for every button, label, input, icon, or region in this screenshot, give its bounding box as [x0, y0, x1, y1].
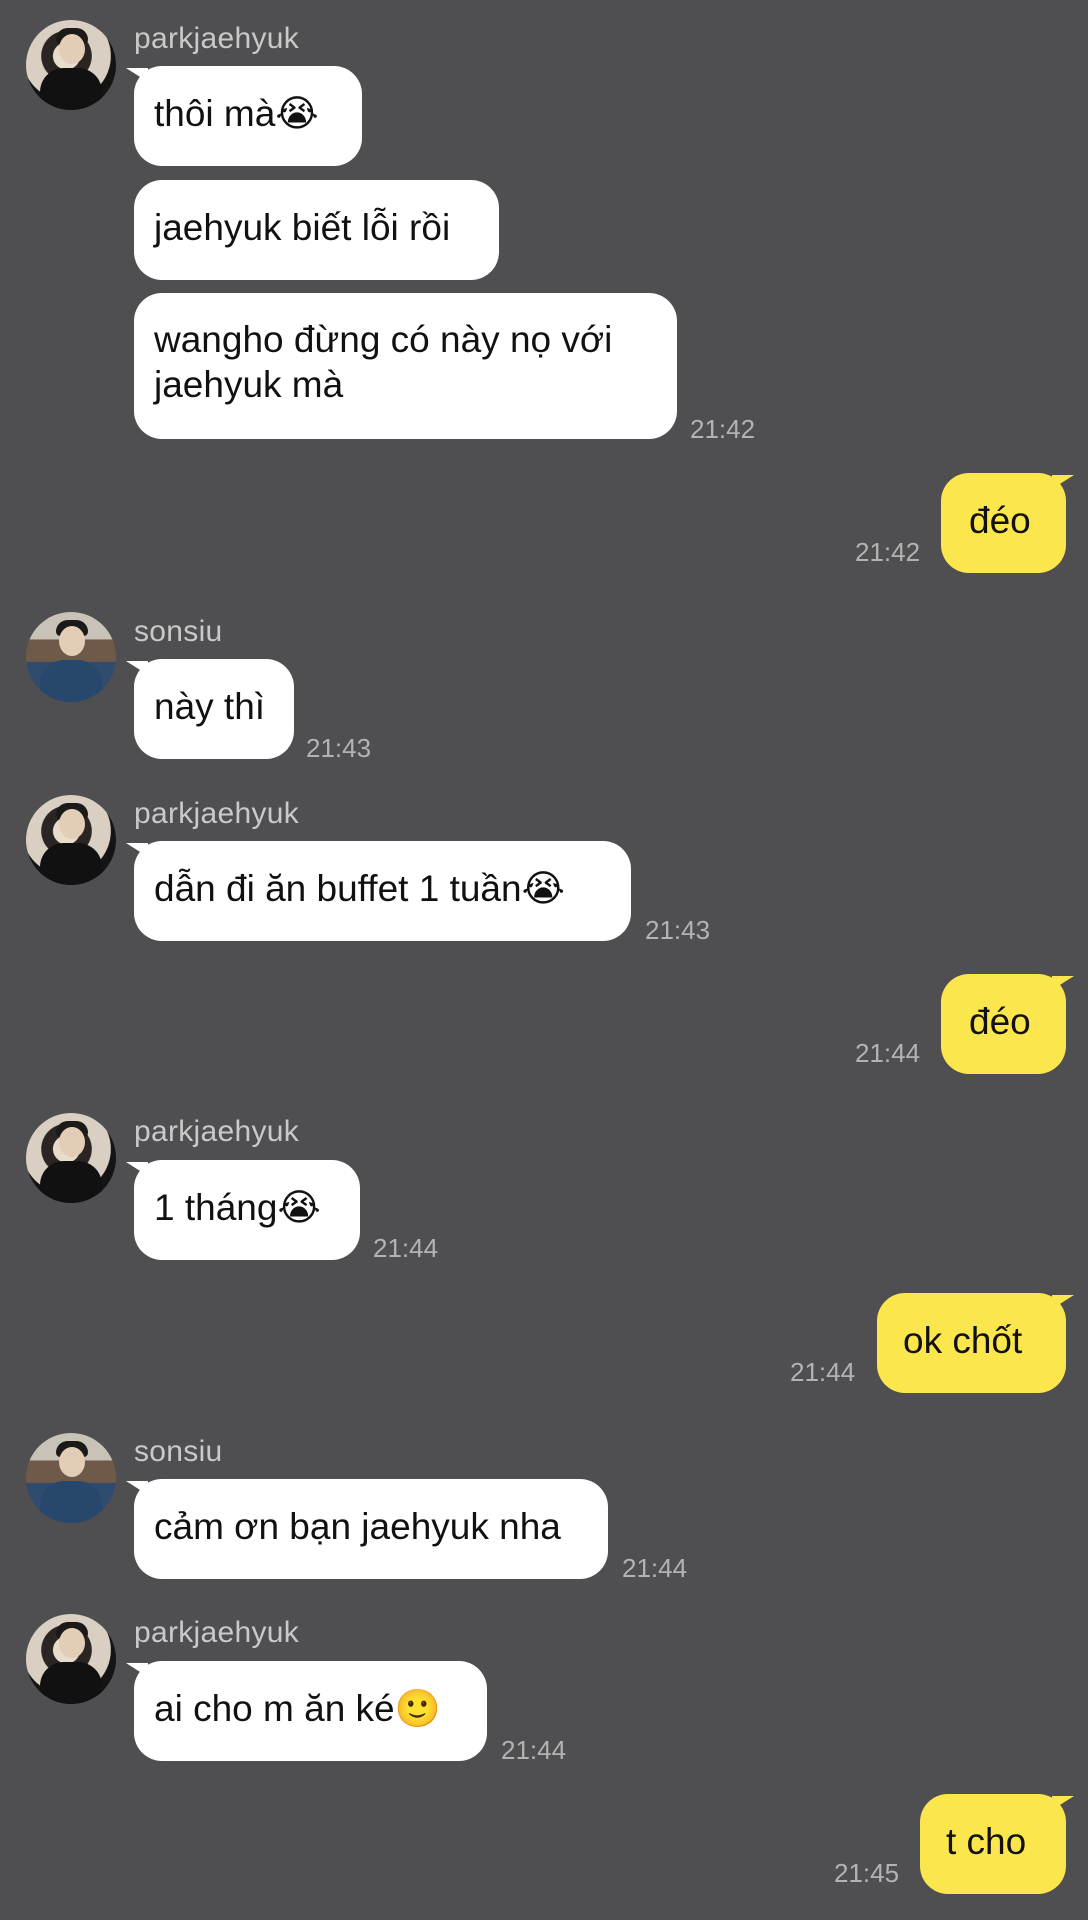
avatar-shirt: [40, 1481, 102, 1523]
bubble-tail: [1052, 1295, 1074, 1309]
my-message-bubble[interactable]: ok chốt: [877, 1293, 1066, 1393]
avatar-face: [59, 626, 85, 656]
my-message-bubble[interactable]: đéo: [941, 974, 1066, 1074]
message-bubble[interactable]: dẫn đi ăn buffet 1 tuần😭: [134, 841, 631, 941]
avatar-parkjaehyuk[interactable]: [26, 795, 116, 885]
avatar-parkjaehyuk[interactable]: [26, 1614, 116, 1704]
avatar-shirt: [40, 660, 102, 702]
message-timestamp: 21:42: [855, 537, 921, 567]
avatar-face: [59, 1127, 85, 1157]
avatar-sonsiu[interactable]: [26, 612, 116, 702]
avatar-face: [59, 34, 85, 64]
message-bubble[interactable]: wangho đừng có này nọ với jaehyuk mà: [134, 293, 677, 439]
message-timestamp: 21:42: [690, 414, 756, 444]
message-bubble[interactable]: 1 tháng😭: [134, 1160, 360, 1260]
message-bubble[interactable]: jaehyuk biết lỗi rồi: [134, 180, 499, 280]
sender-name: sonsiu: [134, 1435, 223, 1468]
message-timestamp: 21:44: [790, 1357, 856, 1387]
avatar-shirt: [40, 1161, 102, 1203]
sender-name: parkjaehyuk: [134, 1616, 300, 1649]
sender-name: parkjaehyuk: [134, 797, 300, 830]
message-bubble[interactable]: thôi mà😭: [134, 66, 362, 166]
message-timestamp: 21:44: [373, 1233, 439, 1263]
avatar-shirt: [40, 843, 102, 885]
avatar-sonsiu[interactable]: [26, 1433, 116, 1523]
message-timestamp: 21:44: [622, 1553, 688, 1583]
bubble-tail: [1052, 475, 1074, 489]
sender-name: parkjaehyuk: [134, 1115, 300, 1148]
avatar-parkjaehyuk[interactable]: [26, 1113, 116, 1203]
avatar-face: [59, 1628, 85, 1658]
avatar-face: [59, 1447, 85, 1477]
avatar-shirt: [40, 1662, 102, 1704]
avatar-shirt: [40, 68, 102, 110]
sender-name: sonsiu: [134, 615, 223, 648]
message-timestamp: 21:43: [306, 733, 372, 763]
message-timestamp: 21:44: [855, 1038, 921, 1068]
message-timestamp: 21:43: [645, 915, 711, 945]
message-timestamp: 21:44: [501, 1735, 567, 1765]
message-bubble[interactable]: cảm ơn bạn jaehyuk nha: [134, 1479, 608, 1579]
message-timestamp: 21:45: [834, 1858, 900, 1888]
message-bubble[interactable]: ai cho m ăn ké🙂: [134, 1661, 487, 1761]
avatar-face: [59, 809, 85, 839]
my-message-bubble[interactable]: đéo: [941, 473, 1066, 573]
message-bubble[interactable]: này thì: [134, 659, 294, 759]
avatar-parkjaehyuk[interactable]: [26, 20, 116, 110]
sender-name: parkjaehyuk: [134, 22, 300, 55]
my-message-bubble[interactable]: t cho: [920, 1794, 1066, 1894]
bubble-tail: [1052, 1796, 1074, 1810]
bubble-tail: [1052, 976, 1074, 990]
